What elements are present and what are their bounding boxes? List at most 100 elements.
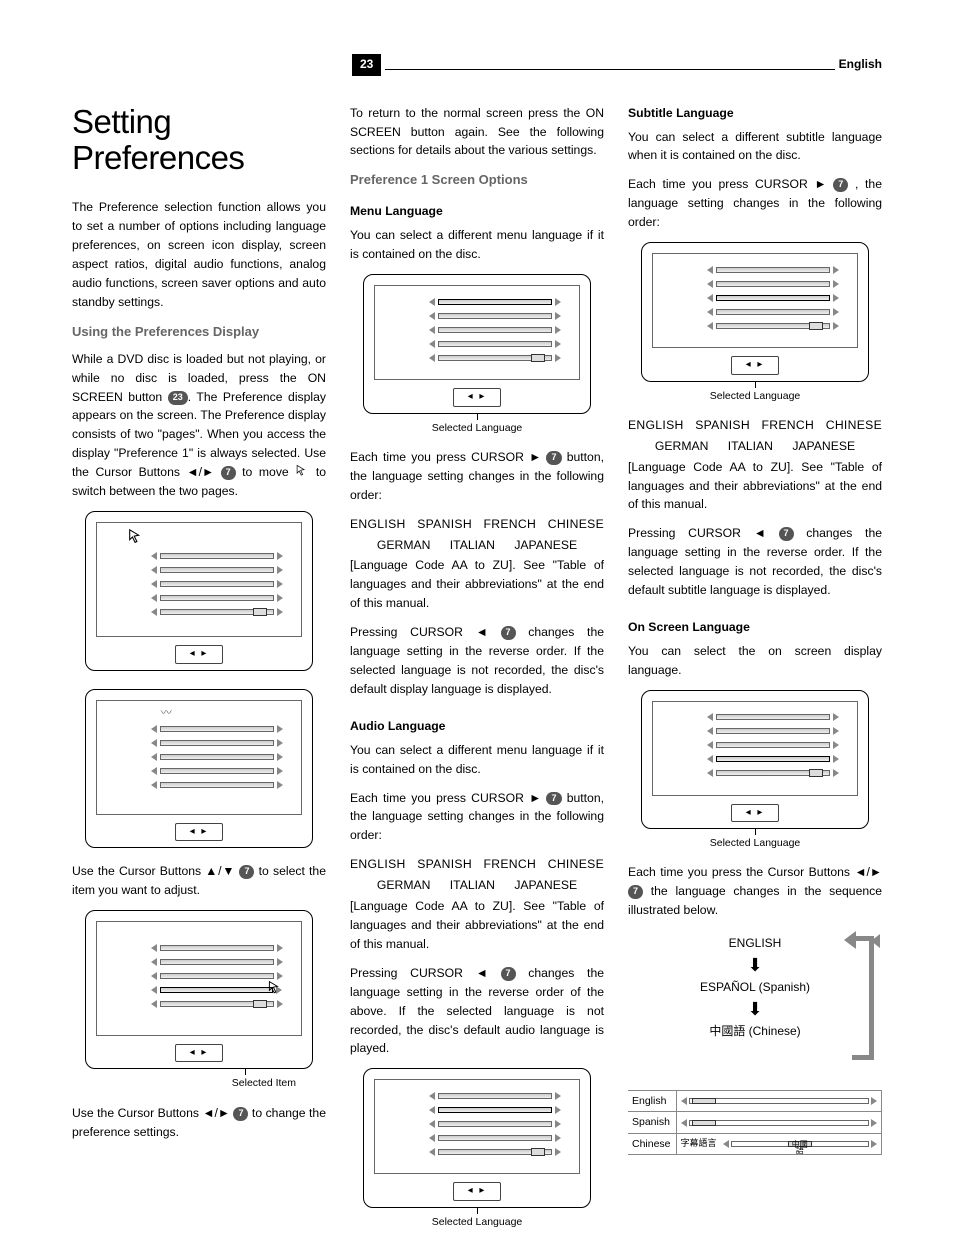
table-slider [676,1091,882,1112]
label-cjk: 字幕語言 [681,1137,717,1151]
cursor-hand-icon [267,980,283,1003]
slider-row [151,957,284,968]
button-ref-7: 7 [779,527,794,541]
slider-row [429,1104,562,1115]
language-list-2b: GERMAN ITALIAN JAPANESE [350,876,604,895]
slider-row [429,338,562,349]
slider-row [151,780,284,791]
audio-language-paragraph: You can select a different menu language… [350,741,604,779]
figure-screen [96,522,303,637]
slider-row [151,752,284,763]
page-header: 23 English [352,54,882,76]
table-label: English [628,1091,676,1112]
slider-row [707,754,840,765]
heading-onscreen-language: On Screen Language [628,618,882,637]
each-press-paragraph: Each time you press CURSOR ► 7 button, t… [350,448,604,505]
language-code-note-2: [Language Code AA to ZU]. See "Table of … [350,897,604,954]
slider-row [707,292,840,303]
slider-row [429,1090,562,1101]
slider-row [707,712,840,723]
cursor-hand-icon [295,464,309,478]
slider-row [707,768,840,779]
caption-selected-language: Selected Language [350,420,604,436]
button-ref-7: 7 [233,1107,248,1121]
slider-row [429,1118,562,1129]
heading-subtitle-language: Subtitle Language [628,104,882,123]
column-2: To return to the normal screen press the… [350,104,604,1242]
slider-row [707,264,840,275]
text: Each time you press CURSOR ► [628,177,833,191]
text: Each time you press CURSOR ► [350,450,546,464]
table-row: Chinese 字幕語言 中國語 [628,1133,882,1154]
table-label: Chinese [628,1133,676,1154]
slider-row [151,564,284,575]
seq-spanish: ESPAÑOL (Spanish) [628,978,882,997]
language-list-2: GERMAN ITALIAN JAPANESE [350,536,604,555]
intro-paragraph: The Preference selection function allows… [72,198,326,311]
column-1: Setting Preferences The Preference selec… [72,104,326,1242]
figure-onscreen-language: ◂ ▸ [641,690,870,830]
slider-row [151,999,284,1010]
caption-selected-language-3: Selected Language [628,388,882,404]
slider-row [151,724,284,735]
reverse-paragraph-subtitle: Pressing CURSOR ◄ 7 changes the language… [628,524,882,600]
slider-row [151,578,284,589]
column-3: Subtitle Language You can select a diffe… [628,104,882,1242]
each-press-audio: Each time you press CURSOR ► 7 button, t… [350,789,604,846]
text: to move [236,465,296,479]
language-list-1b: ENGLISH SPANISH FRENCH CHINESE [350,855,604,874]
caption-selected-language-4: Selected Language [628,835,882,851]
button-ref-7: 7 [546,792,561,806]
language-slider-table: English Spanish Chinese 字幕語言 中國語 [628,1090,882,1155]
section-pref1-options: Preference 1 Screen Options [350,170,604,190]
subtitle-paragraph: You can select a different subtitle lang… [628,128,882,166]
caption-selected-item: Selected Item [72,1075,326,1091]
nav-arrows: ◂ ▸ [96,821,303,842]
slider-row [429,310,562,321]
prefs-paragraph-1: While a DVD disc is loaded but not playi… [72,350,326,501]
slider-row [707,306,840,317]
nav-arrows: ◂ ▸ [652,802,859,823]
figure-screen: 〰 [96,700,303,815]
figure-subtitle-language: ◂ ▸ [641,242,870,382]
cursor-updown-paragraph: Use the Cursor Buttons ▲/▼ 7 to select t… [72,862,326,900]
return-arrow-icon [852,936,874,1060]
table-slider [676,1112,882,1133]
wave-icon: 〰 [161,705,172,722]
arrow-down-icon: ⬇ [747,952,762,980]
reverse-paragraph-menu: Pressing CURSOR ◄ 7 changes the language… [350,623,604,699]
button-ref-7: 7 [501,626,516,640]
text: Pressing CURSOR ◄ [350,966,501,980]
slider-row [151,738,284,749]
button-ref-7: 7 [546,451,561,465]
text: the language changes in the sequence ill… [628,884,882,917]
slider-row [151,985,284,996]
onscreen-paragraph: You can select the on screen display lan… [628,642,882,680]
figure-screen [96,921,303,1036]
text: Use the Cursor Buttons ▲/▼ [72,864,239,878]
slider-row [429,296,562,307]
slider-row [707,278,840,289]
section-using-prefs: Using the Preferences Display [72,322,326,342]
language-list-1c: ENGLISH SPANISH FRENCH CHINESE [628,416,882,435]
slider-row [707,726,840,737]
return-paragraph: To return to the normal screen press the… [350,104,604,161]
language-list-1: ENGLISH SPANISH FRENCH CHINESE [350,515,604,534]
nav-arrows: ◂ ▸ [96,643,303,664]
language-code-note-3: [Language Code AA to ZU]. See "Table of … [628,458,882,515]
sequence-paragraph: Each time you press the Cursor Buttons ◄… [628,863,882,920]
figure-screen [374,1079,581,1174]
figure-prefs-page2: 〰 ◂ ▸ [85,689,314,849]
button-ref-23: 23 [168,391,188,405]
text: Pressing CURSOR ◄ [628,526,779,540]
language-code-note: [Language Code AA to ZU]. See "Table of … [350,556,604,613]
slider-row [429,324,562,335]
seq-chinese: 中國語 (Chinese) [628,1022,882,1041]
figure-screen [652,701,859,796]
text: Pressing CURSOR ◄ [350,625,501,639]
slider-row [707,320,840,331]
page-title: Setting Preferences [72,104,326,177]
slider-row [151,606,284,617]
slider-row [151,943,284,954]
button-ref-7: 7 [239,865,254,879]
